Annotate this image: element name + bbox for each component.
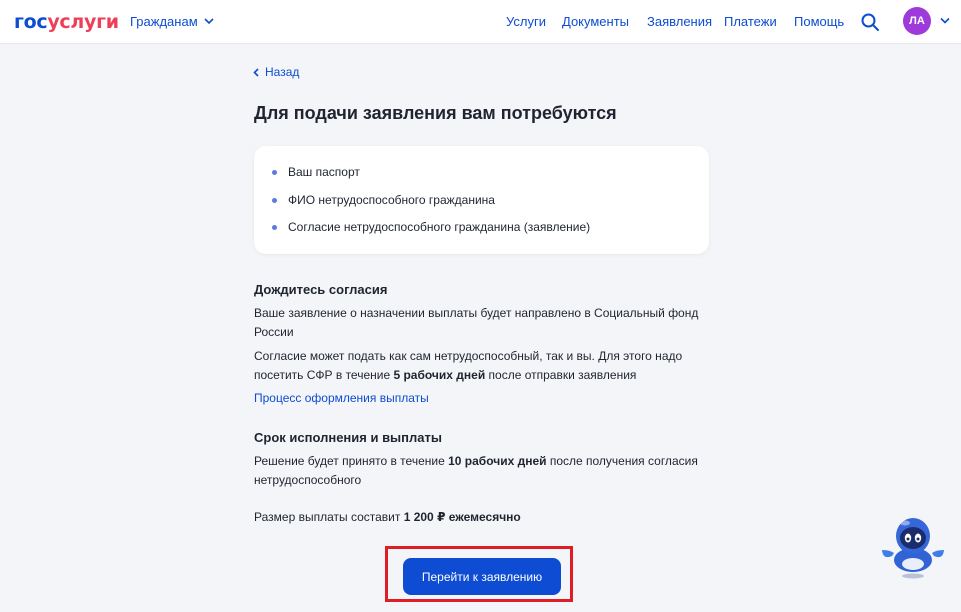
bullet-icon xyxy=(272,169,277,175)
requirements-card: Ваш паспорт ФИО нетрудоспособного гражда… xyxy=(254,146,709,254)
nav-documents[interactable]: Документы xyxy=(562,14,629,29)
text-fragment-bold: 10 рабочих дней xyxy=(448,454,547,468)
citizens-label: Гражданам xyxy=(130,14,198,29)
requirement-text: Ваш паспорт xyxy=(288,165,360,179)
logo-part-uslugi: услуги xyxy=(47,11,119,33)
text-line: нетрудоспособного xyxy=(254,473,362,487)
search-icon[interactable] xyxy=(860,12,880,32)
logo-part-gos: гос xyxy=(14,11,48,33)
text-fragment-bold: 5 рабочих дней xyxy=(393,368,486,382)
citizens-menu[interactable]: Гражданам xyxy=(130,14,214,29)
deadline-section-title: Срок исполнения и выплаты xyxy=(254,430,442,445)
top-header: госуслуги Гражданам Услуги Документы Зая… xyxy=(0,0,961,44)
list-item: ФИО нетрудоспособного гражданина xyxy=(272,193,495,207)
gosuslugi-logo[interactable]: госуслуги xyxy=(14,11,119,33)
text-fragment: после отправки заявления xyxy=(485,368,637,382)
avatar-initials: ЛА xyxy=(909,15,925,27)
text-fragment: после получения согласия xyxy=(546,454,698,468)
text-line: России xyxy=(254,325,294,339)
list-item: Согласие нетрудоспособного гражданина (з… xyxy=(272,220,590,234)
consent-section-title: Дождитесь согласия xyxy=(254,282,388,297)
bullet-icon xyxy=(272,197,277,203)
text-fragment: посетить СФР в течение xyxy=(254,368,394,382)
list-item: Ваш паспорт xyxy=(272,165,360,179)
chevron-down-icon[interactable] xyxy=(940,17,950,25)
text-fragment-bold: 1 200 ₽ ежемесячно xyxy=(403,510,521,524)
text-line: посетить СФР в течение 5 рабочих дней по… xyxy=(254,366,714,385)
avatar[interactable]: ЛА xyxy=(903,7,931,35)
nav-services[interactable]: Услуги xyxy=(506,14,546,29)
go-to-application-button[interactable]: Перейти к заявлению xyxy=(403,558,561,595)
nav-help[interactable]: Помощь xyxy=(794,14,844,29)
page-title: Для подачи заявления вам потребуются xyxy=(254,103,617,123)
text-line: Решение будет принято в течение 10 рабоч… xyxy=(254,452,714,471)
payment-process-link[interactable]: Процесс оформления выплаты xyxy=(254,391,429,405)
assistant-robot-icon[interactable] xyxy=(878,512,948,582)
deadline-paragraph-1: Решение будет принято в течение 10 рабоч… xyxy=(254,452,714,490)
text-fragment: Размер выплаты составит xyxy=(254,510,404,524)
nav-payments[interactable]: Платежи xyxy=(724,14,777,29)
chevron-down-icon xyxy=(204,18,214,25)
chevron-left-icon xyxy=(253,67,259,77)
consent-paragraph-1: Ваше заявление о назначении выплаты буде… xyxy=(254,304,714,342)
bullet-icon xyxy=(272,224,277,230)
text-line: Согласие может подать как сам нетрудоспо… xyxy=(254,349,683,363)
back-link[interactable]: Назад xyxy=(253,65,299,79)
back-label: Назад xyxy=(265,65,300,79)
text-line: Ваше заявление о назначении выплаты буде… xyxy=(254,306,699,320)
requirement-text: ФИО нетрудоспособного гражданина xyxy=(288,193,495,207)
requirement-text: Согласие нетрудоспособного гражданина (з… xyxy=(288,220,591,234)
deadline-paragraph-2: Размер выплаты составит 1 200 ₽ ежемесяч… xyxy=(254,508,714,527)
nav-applications[interactable]: Заявления xyxy=(647,14,712,29)
text-fragment: Решение будет принято в течение xyxy=(254,454,449,468)
consent-paragraph-2: Согласие может подать как сам нетрудоспо… xyxy=(254,347,714,385)
